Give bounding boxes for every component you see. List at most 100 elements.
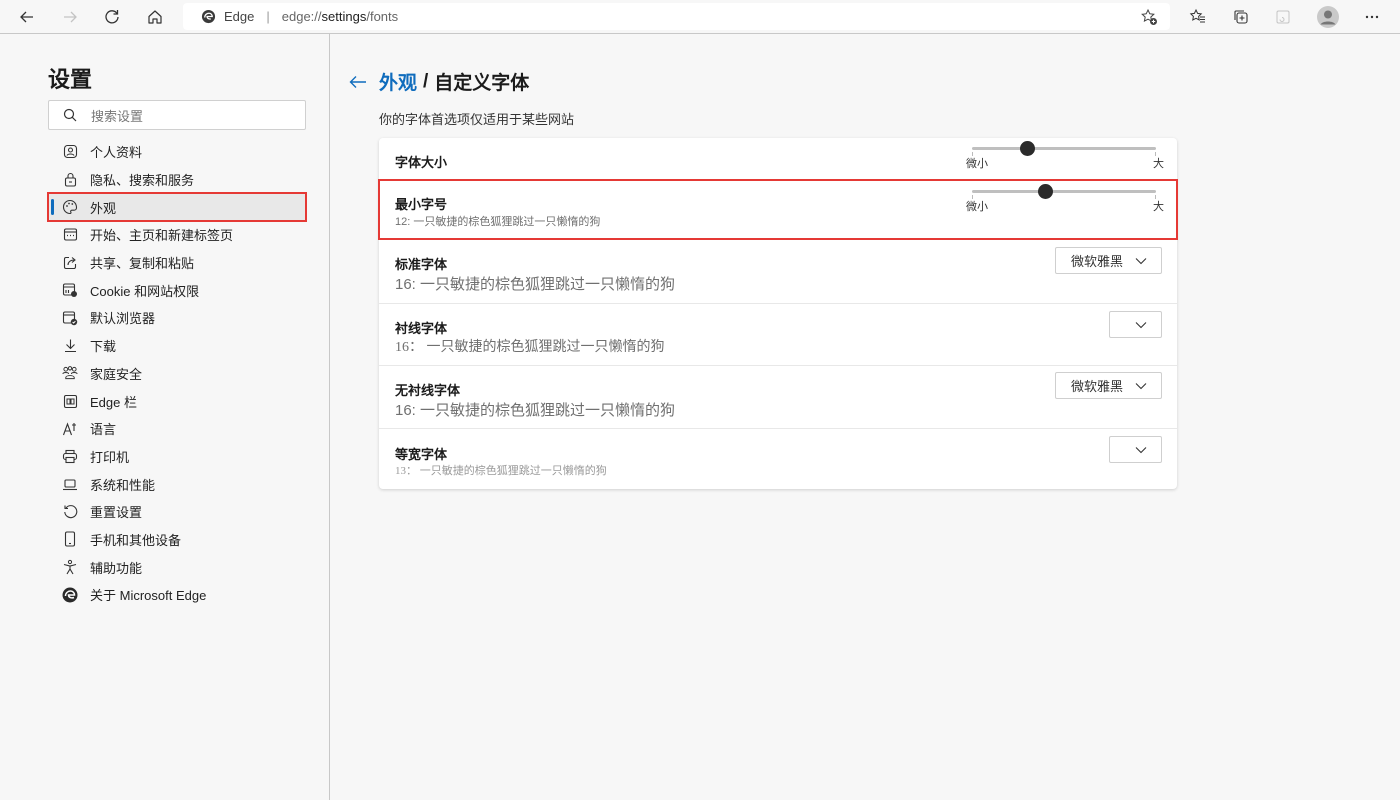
sidebar-item-label: 重置设置 bbox=[90, 505, 143, 521]
sans-serif-font-select[interactable]: 微软雅黑 bbox=[1055, 372, 1162, 399]
sidebar-item-label: 默认浏览器 bbox=[90, 311, 156, 327]
refresh-button[interactable] bbox=[98, 3, 126, 31]
sidebar-item-downloads[interactable]: 下载 bbox=[48, 332, 306, 360]
search-placeholder: 搜索设置 bbox=[91, 108, 144, 124]
fixed-width-font-label: 等宽字体 bbox=[395, 447, 448, 462]
profile-button[interactable] bbox=[1314, 3, 1342, 31]
forward-icon bbox=[64, 11, 77, 23]
more-button[interactable] bbox=[1358, 3, 1386, 31]
edge-bar-icon bbox=[62, 393, 78, 409]
favorites-icon bbox=[1189, 8, 1205, 23]
family-icon bbox=[62, 365, 78, 381]
slider-min-label: 微小 bbox=[966, 158, 988, 170]
sidebar-item-cookies[interactable]: Cookie 和网站权限 bbox=[48, 276, 306, 304]
page-subtitle: 你的字体首选项仅适用于某些网站 bbox=[379, 112, 575, 127]
sidebar-item-privacy[interactable]: 隐私、搜索和服务 bbox=[48, 166, 306, 194]
collections-button[interactable] bbox=[1227, 3, 1255, 31]
phone-icon bbox=[62, 531, 78, 548]
sidebar-item-about[interactable]: 关于 Microsoft Edge bbox=[48, 581, 306, 609]
site-label: Edge bbox=[224, 9, 255, 24]
select-value: 微软雅黑 bbox=[1070, 254, 1123, 269]
default-browser-icon bbox=[62, 310, 78, 326]
screenshot-icon bbox=[1276, 10, 1290, 24]
chevron-down-icon bbox=[1135, 257, 1147, 264]
sidebar-item-label: 系统和性能 bbox=[90, 477, 156, 493]
sidebar-item-label: 开始、主页和新建标签页 bbox=[90, 228, 234, 244]
chevron-down-icon bbox=[1135, 446, 1147, 453]
standard-font-select[interactable]: 微软雅黑 bbox=[1055, 247, 1162, 274]
standard-font-row: 标准字体 16: 一只敏捷的棕色狐狸跳过一只懒惰的狗 微软雅黑 bbox=[379, 239, 1177, 304]
back-button[interactable] bbox=[13, 3, 41, 31]
sidebar-item-label: Edge 栏 bbox=[90, 394, 137, 410]
address-bar[interactable]: Edge | edge://settings/fonts bbox=[183, 3, 1170, 30]
sidebar-item-accessibility[interactable]: 辅助功能 bbox=[48, 553, 306, 581]
slider-max-label: 大 bbox=[1153, 201, 1164, 213]
sidebar-item-reset[interactable]: 重置设置 bbox=[48, 498, 306, 526]
home-icon bbox=[148, 10, 162, 24]
font-size-row: 字体大小 微小 大 bbox=[379, 138, 1177, 180]
favorites-button[interactable] bbox=[1184, 3, 1212, 31]
min-font-size-slider[interactable]: 微小 大 bbox=[966, 181, 1164, 213]
min-font-size-label: 最小字号 bbox=[395, 197, 448, 212]
sidebar-item-label: 下载 bbox=[90, 339, 117, 355]
fixed-width-font-row: 等宽字体 13： 一只敏捷的棕色狐狸跳过一只懒惰的狗 bbox=[379, 429, 1177, 489]
min-font-size-sample: 12: 一只敏捷的棕色狐狸跳过一只懒惰的狗 bbox=[395, 216, 601, 228]
sans-serif-font-label: 无衬线字体 bbox=[395, 383, 461, 398]
fixed-width-font-sample: 13： 一只敏捷的棕色狐狸跳过一只懒惰的狗 bbox=[395, 465, 607, 477]
page-title: 自定义字体 bbox=[434, 73, 530, 94]
browser-toolbar: Edge | edge://settings/fonts bbox=[0, 0, 1400, 34]
serif-font-row: 衬线字体 16： 一只敏捷的棕色狐狸跳过一只懒惰的狗 bbox=[379, 304, 1177, 366]
sidebar-item-default-browser[interactable]: 默认浏览器 bbox=[48, 304, 306, 332]
refresh-icon bbox=[105, 10, 119, 24]
sidebar-item-label: Cookie 和网站权限 bbox=[90, 283, 200, 299]
sidebar-item-language[interactable]: 语言 bbox=[48, 415, 306, 443]
settings-nav: 个人资料 隐私、搜索和服务 外观 开始、主页和新建标签页 共享、复制和粘贴 Co… bbox=[47, 138, 307, 609]
slider-thumb[interactable] bbox=[1038, 184, 1054, 199]
slider-track[interactable] bbox=[972, 190, 1156, 193]
sidebar-item-label: 手机和其他设备 bbox=[90, 532, 182, 548]
fixed-width-font-select[interactable] bbox=[1109, 436, 1162, 463]
breadcrumb-appearance[interactable]: 外观 bbox=[379, 68, 417, 95]
slider-thumb[interactable] bbox=[1019, 141, 1035, 156]
font-size-label: 字体大小 bbox=[395, 155, 448, 170]
select-value: 微软雅黑 bbox=[1070, 379, 1123, 394]
sidebar-item-label: 隐私、搜索和服务 bbox=[90, 173, 195, 189]
sidebar-item-label: 辅助功能 bbox=[90, 560, 143, 576]
sidebar-item-start-page[interactable]: 开始、主页和新建标签页 bbox=[48, 221, 306, 249]
home-button[interactable] bbox=[141, 3, 169, 31]
slider-track[interactable] bbox=[972, 147, 1156, 150]
standard-font-sample: 16: 一只敏捷的棕色狐狸跳过一只懒惰的狗 bbox=[395, 276, 676, 293]
settings-sidebar: 设置 搜索设置 个人资料 隐私、搜索和服务 外观 开始、主页和新建标签页 共享、… bbox=[0, 34, 330, 800]
sidebar-item-system[interactable]: 系统和性能 bbox=[48, 470, 306, 498]
sidebar-item-edge-bar[interactable]: Edge 栏 bbox=[48, 387, 306, 415]
sidebar-item-appearance[interactable]: 外观 bbox=[47, 192, 307, 223]
slider-max-label: 大 bbox=[1153, 158, 1164, 170]
start-page-icon bbox=[62, 227, 78, 243]
lock-icon bbox=[62, 172, 78, 188]
screenshot-button[interactable] bbox=[1269, 3, 1297, 31]
settings-title: 设置 bbox=[48, 67, 93, 92]
url-text: edge://settings/fonts bbox=[281, 9, 399, 24]
font-size-slider[interactable]: 微小 大 bbox=[966, 138, 1164, 170]
search-settings-input[interactable]: 搜索设置 bbox=[48, 100, 306, 130]
share-icon bbox=[62, 255, 78, 271]
more-icon bbox=[1365, 15, 1379, 19]
forward-button[interactable] bbox=[56, 3, 84, 31]
download-icon bbox=[62, 338, 78, 354]
sidebar-item-family[interactable]: 家庭安全 bbox=[48, 360, 306, 388]
address-separator: | bbox=[266, 9, 270, 24]
sidebar-item-printers[interactable]: 打印机 bbox=[48, 443, 306, 471]
add-favorite-icon[interactable] bbox=[1140, 8, 1158, 26]
collections-icon bbox=[1234, 10, 1248, 24]
site-permissions-icon bbox=[62, 282, 78, 298]
back-arrow-icon[interactable] bbox=[347, 71, 369, 93]
sidebar-item-label: 共享、复制和粘贴 bbox=[90, 256, 195, 272]
sidebar-item-share[interactable]: 共享、复制和粘贴 bbox=[48, 249, 306, 277]
sidebar-item-devices[interactable]: 手机和其他设备 bbox=[48, 526, 306, 554]
sidebar-item-profile[interactable]: 个人资料 bbox=[48, 138, 306, 166]
serif-font-label: 衬线字体 bbox=[395, 321, 448, 336]
accessibility-icon bbox=[62, 559, 78, 575]
page-header: 外观 / 自定义字体 bbox=[347, 68, 529, 95]
sidebar-item-label: 家庭安全 bbox=[90, 366, 143, 382]
serif-font-select[interactable] bbox=[1109, 311, 1162, 338]
